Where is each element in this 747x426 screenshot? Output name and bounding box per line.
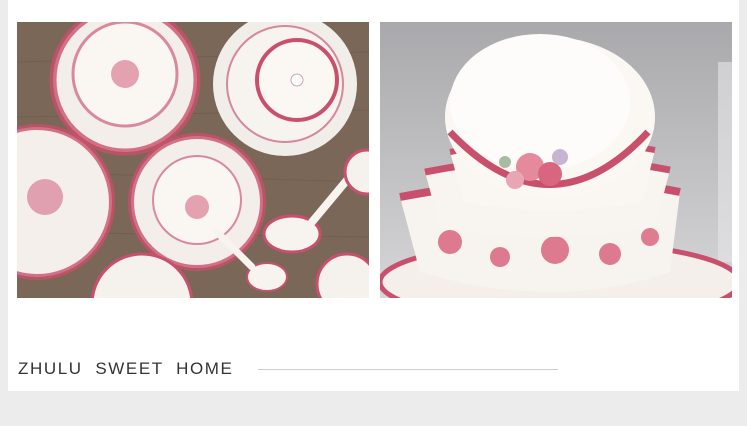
stacked-bowls-illustration bbox=[380, 22, 732, 298]
divider-line bbox=[258, 369, 558, 370]
page-bottom-band bbox=[0, 391, 747, 426]
stacked-bowls-photo bbox=[380, 22, 732, 298]
content-card: ZHULU SWEET HOME bbox=[8, 0, 739, 391]
dinnerware-set-top-view-photo bbox=[17, 22, 369, 298]
brand-tagline: ZHULU SWEET HOME bbox=[18, 359, 234, 378]
dinnerware-set-illustration bbox=[17, 22, 369, 298]
